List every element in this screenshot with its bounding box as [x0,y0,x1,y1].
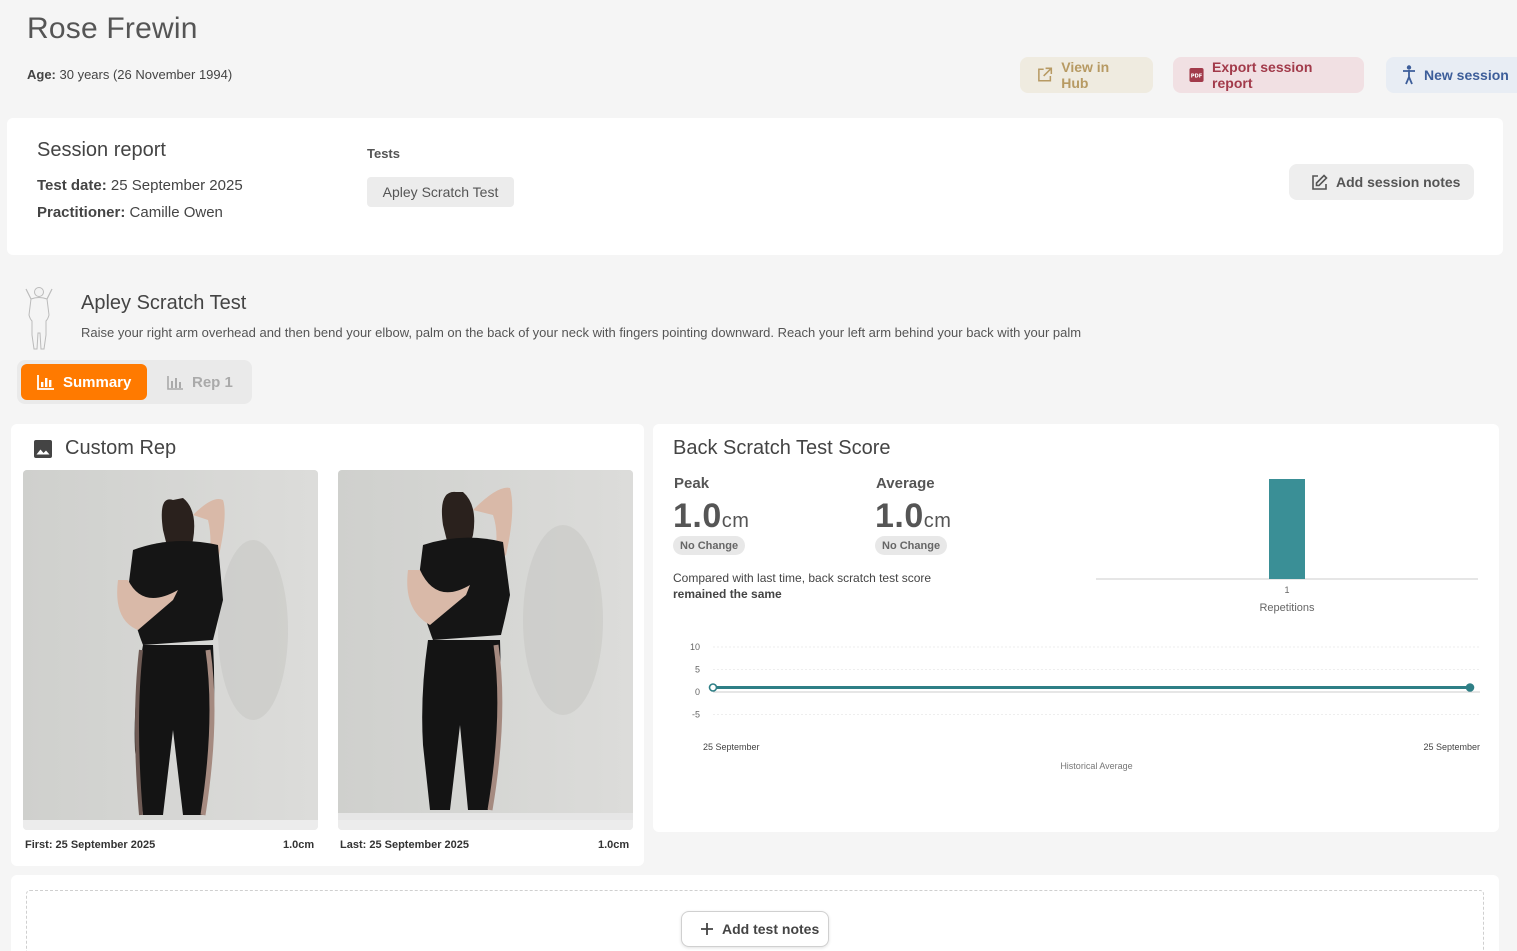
test-tabs: Summary Rep 1 [17,360,252,404]
average-label: Average [876,475,935,492]
historical-average-line-chart: 10 5 0 -5 25 September 25 September Historical… [690,642,1480,771]
bar-chart-icon [167,375,183,390]
test-title: Apley Scratch Test [81,292,247,314]
y-tick-label: 0 [695,687,700,697]
view-in-hub-button[interactable]: View in Hub [1020,57,1153,93]
peak-unit: cm [721,510,750,532]
score-title: Back Scratch Test Score [673,437,891,459]
x-tick-label: 1 [1284,585,1289,595]
photo-bar [23,820,318,830]
test-description: Raise your right arm overhead and then b… [81,325,1081,340]
comparison-result: remained the same [673,587,782,601]
comparison-sentence: Compared with last time, back scratch te… [673,571,932,585]
first-rep-value: 1.0cm [283,839,315,851]
y-tick-label: 10 [690,642,700,652]
patient-age: Age: 30 years (26 November 1994) [27,67,232,82]
comparison-text: Compared with last time, back scratch te… [673,570,973,602]
edit-icon [1312,173,1328,190]
x-tick-label: 25 September [1423,742,1480,752]
photo-bar [338,820,633,830]
peak-change-badge: No Change [673,536,746,555]
tab-summary-label: Summary [63,373,132,391]
session-report-card: Session report Test date: 25 September 2… [7,118,1503,255]
body-figure-icon [25,287,53,350]
export-session-report-button[interactable]: PDF Export session report [1173,57,1364,93]
back-scratch-score-card: Back Scratch Test Score Peak 1.0cm No Ch… [653,424,1499,832]
add-test-notes-button[interactable]: Add test notes [681,911,829,947]
new-session-button[interactable]: New session [1386,57,1517,93]
session-report-title: Session report [37,139,166,161]
x-axis-label: Historical Average [1060,761,1132,771]
pdf-icon: PDF [1189,67,1204,83]
peak-label: Peak [674,475,710,492]
test-date-value: 25 September 2025 [106,177,243,194]
data-point [1465,683,1475,692]
first-rep-photo[interactable] [23,470,318,830]
plus-icon [701,923,713,935]
average-value: 1.0cm [875,497,951,536]
custom-rep-title: Custom Rep [65,437,177,459]
y-tick-label: -5 [692,710,700,720]
last-rep-photo[interactable] [338,470,633,830]
bar-chart-icon [37,375,54,390]
last-rep-caption: Last: 25 September 2025 [340,839,470,851]
patient-name: Rose Frewin [27,12,198,45]
svg-text:PDF: PDF [1191,73,1203,79]
first-rep-caption: First: 25 September 2025 [25,839,156,851]
person-photo-illustration [338,470,633,813]
add-session-notes-button[interactable]: Add session notes [1289,164,1474,200]
person-icon [1403,65,1415,85]
practitioner-value: Camille Owen [125,204,223,221]
add-session-notes-label: Add session notes [1336,174,1461,190]
average-change-badge: No Change [875,536,948,555]
bar [1269,479,1305,579]
practitioner-label: Practitioner: [37,204,126,221]
view-in-hub-label: View in Hub [1061,59,1110,91]
person-photo-illustration [23,470,318,820]
repetitions-bar-chart: 1 Repetitions [1096,479,1478,614]
practitioner: Practitioner: Camille Owen [37,204,223,221]
test-date: Test date: 25 September 2025 [37,177,243,194]
tab-rep-1-label: Rep 1 [192,373,233,391]
data-point [708,683,718,692]
tab-rep-1[interactable]: Rep 1 [167,364,247,400]
average-number: 1.0 [875,497,924,535]
export-session-report-label: Export session report [1212,59,1313,91]
custom-rep-card: Custom Rep First: 25 September 2025 1.0c… [11,424,644,866]
average-unit: cm [923,510,952,532]
external-link-icon [1038,67,1053,82]
age-value: 30 years (26 November 1994) [55,67,233,82]
x-tick-label: 25 September [703,742,760,752]
tab-summary[interactable]: Summary [21,364,147,400]
tests-label: Tests [367,146,400,161]
image-icon [34,440,52,458]
new-session-label: New session [1424,67,1509,83]
session-report-page: Rose Frewin Age: 30 years (26 November 1… [0,0,1517,951]
age-label: Age: [27,67,56,82]
x-axis-label: Repetitions [1259,602,1315,614]
peak-value: 1.0cm [673,497,749,536]
add-test-notes-label: Add test notes [722,921,820,937]
test-date-label: Test date: [37,177,107,194]
last-rep-value: 1.0cm [598,839,630,851]
test-chip[interactable]: Apley Scratch Test [367,177,514,207]
y-tick-label: 5 [695,665,700,675]
peak-number: 1.0 [673,497,722,535]
